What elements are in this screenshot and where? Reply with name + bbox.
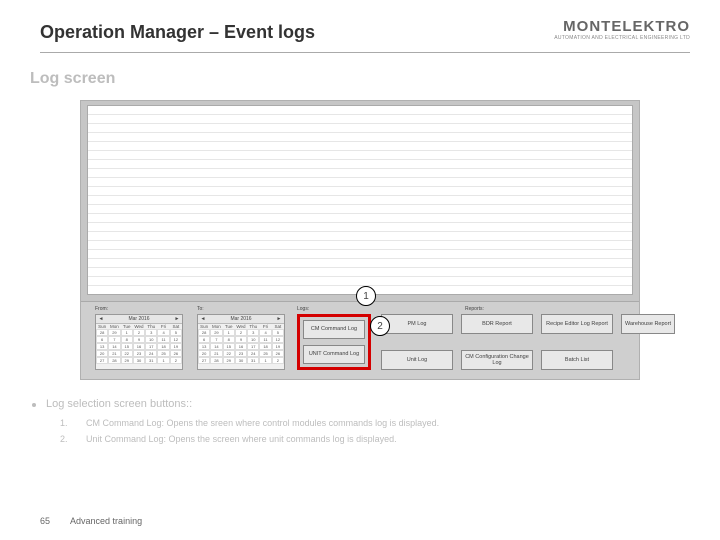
bdr-report-button[interactable]: BDR Report xyxy=(461,314,533,334)
calendar-to-month: Mar 2016 xyxy=(230,316,251,322)
calendar-from-grid[interactable]: 282912345 6789101112 13141516171819 2021… xyxy=(96,329,182,364)
callout-1: 1 xyxy=(356,286,376,306)
calendar-to-grid[interactable]: 282912345 6789101112 13141516171819 2021… xyxy=(198,329,284,364)
embedded-screenshot: From: To: ◄ Mar 2016 ► SunMonTueWedThuFr… xyxy=(80,100,640,380)
list-item: 1. CM Command Log: Opens the sreen where… xyxy=(60,418,690,428)
callout-2: 2 xyxy=(370,316,390,336)
log-list-area[interactable] xyxy=(87,105,633,295)
page-number: 65 xyxy=(40,516,50,526)
label-from: From: xyxy=(95,306,108,312)
cm-config-change-log-button[interactable]: CM Configuration Change Log xyxy=(461,350,533,370)
recipe-editor-log-report-button[interactable]: Recipe Editor Log Report xyxy=(541,314,613,334)
calendar-from[interactable]: ◄ Mar 2016 ► SunMonTueWedThuFriSat 28291… xyxy=(95,314,183,370)
chevron-right-icon[interactable]: ► xyxy=(276,316,282,322)
label-logs: Logs: xyxy=(297,306,309,312)
chevron-right-icon[interactable]: ► xyxy=(174,316,180,322)
pm-log-button[interactable]: PM Log xyxy=(381,314,453,334)
unit-command-log-button[interactable]: UNIT Command Log xyxy=(303,345,365,364)
header-divider xyxy=(40,52,690,53)
calendar-to[interactable]: ◄ Mar 2016 ► SunMonTueWedThuFriSat 28291… xyxy=(197,314,285,370)
list-item: 2. Unit Command Log: Opens the screen wh… xyxy=(60,434,690,444)
brand-name: MONTELEKTRO xyxy=(554,18,690,35)
item-number: 2. xyxy=(60,434,72,444)
cm-command-log-button[interactable]: CM Command Log xyxy=(303,320,365,339)
item-number: 1. xyxy=(60,418,72,428)
warehouse-report-button[interactable]: Warehouse Report xyxy=(621,314,675,334)
description-lead: Log selection screen buttons:: xyxy=(46,398,192,410)
description-block: Log selection screen buttons:: 1. CM Com… xyxy=(32,398,690,450)
label-reports: Reports: xyxy=(465,306,484,312)
chevron-left-icon[interactable]: ◄ xyxy=(200,316,206,322)
item-text: CM Command Log: Opens the sreen where co… xyxy=(86,418,439,428)
calendar-from-month: Mar 2016 xyxy=(128,316,149,322)
unit-log-button[interactable]: Unit Log xyxy=(381,350,453,370)
label-to: To: xyxy=(197,306,204,312)
control-strip: From: To: ◄ Mar 2016 ► SunMonTueWedThuFr… xyxy=(81,301,639,379)
log-button-group-highlight: CM Command Log UNIT Command Log xyxy=(297,314,371,370)
bullet-icon xyxy=(32,403,36,407)
course-name: Advanced training xyxy=(70,516,142,526)
footer: 65 Advanced training xyxy=(40,516,142,526)
item-text: Unit Command Log: Opens the screen where… xyxy=(86,434,397,444)
brand-tagline: AUTOMATION AND ELECTRICAL ENGINEERING LT… xyxy=(554,35,690,41)
brand-logo: MONTELEKTRO AUTOMATION AND ELECTRICAL EN… xyxy=(554,18,690,41)
chevron-left-icon[interactable]: ◄ xyxy=(98,316,104,322)
batch-list-button[interactable]: Batch List xyxy=(541,350,613,370)
report-button-cluster: PM Log Unit Log BDR Report CM Configurat… xyxy=(381,314,629,370)
section-subtitle: Log screen xyxy=(30,70,115,88)
